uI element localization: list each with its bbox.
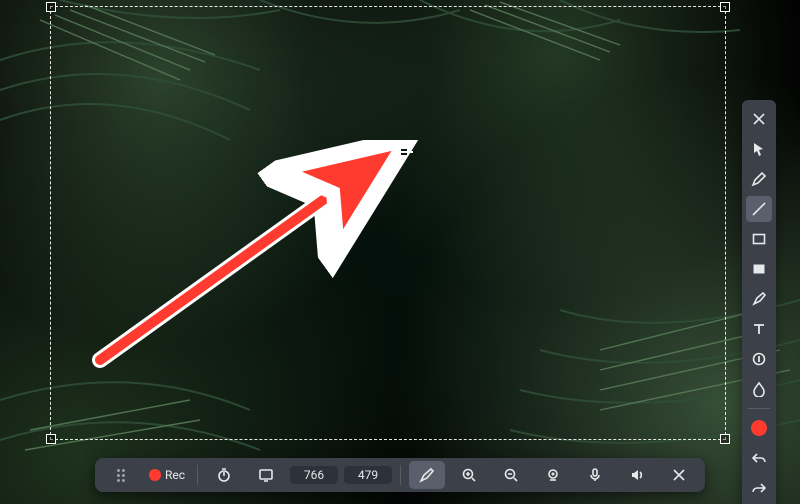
selection-height[interactable]: 479	[344, 466, 392, 484]
timer-icon[interactable]	[206, 461, 242, 489]
rectangle-tool-icon[interactable]	[746, 226, 772, 252]
toolbar-divider	[400, 465, 401, 485]
record-label: Rec	[165, 468, 185, 482]
close-icon[interactable]	[661, 461, 697, 489]
toolbar-divider	[197, 465, 198, 485]
zoom-in-icon[interactable]	[451, 461, 487, 489]
record-button[interactable]: Rec	[145, 461, 189, 489]
color-picker[interactable]	[746, 415, 772, 441]
color-chip-red	[751, 420, 767, 436]
blur-tool-icon[interactable]	[746, 376, 772, 402]
line-tool-icon[interactable]	[746, 196, 772, 222]
capture-selection[interactable]	[50, 6, 726, 440]
microphone-icon[interactable]	[577, 461, 613, 489]
pen-icon[interactable]	[746, 166, 772, 192]
crosshair-cursor-icon	[395, 143, 413, 161]
screen-select-icon[interactable]	[248, 461, 284, 489]
selection-handle-top-left[interactable]	[46, 2, 56, 12]
text-tool-icon[interactable]	[746, 316, 772, 342]
capture-toolbar: Rec 766 479	[95, 458, 705, 492]
marker-tool-icon[interactable]	[746, 286, 772, 312]
selection-handle-top-right[interactable]	[720, 2, 730, 12]
selection-handle-bottom-right[interactable]	[720, 434, 730, 444]
selection-width[interactable]: 766	[290, 466, 338, 484]
toolbar-divider	[748, 408, 770, 409]
annotation-toolbar	[742, 100, 776, 504]
number-stamp-icon[interactable]	[746, 346, 772, 372]
drag-handle-icon[interactable]	[103, 461, 139, 489]
filled-rectangle-tool-icon[interactable]	[746, 256, 772, 282]
pointer-icon[interactable]	[746, 136, 772, 162]
grip-dots	[117, 469, 125, 482]
record-dot-icon	[149, 469, 161, 481]
speaker-icon[interactable]	[619, 461, 655, 489]
redo-icon[interactable]	[746, 475, 772, 501]
draw-tool-icon[interactable]	[409, 461, 445, 489]
close-icon[interactable]	[746, 106, 772, 132]
undo-icon[interactable]	[746, 445, 772, 471]
zoom-out-icon[interactable]	[493, 461, 529, 489]
webcam-icon[interactable]	[535, 461, 571, 489]
selection-handle-bottom-left[interactable]	[46, 434, 56, 444]
